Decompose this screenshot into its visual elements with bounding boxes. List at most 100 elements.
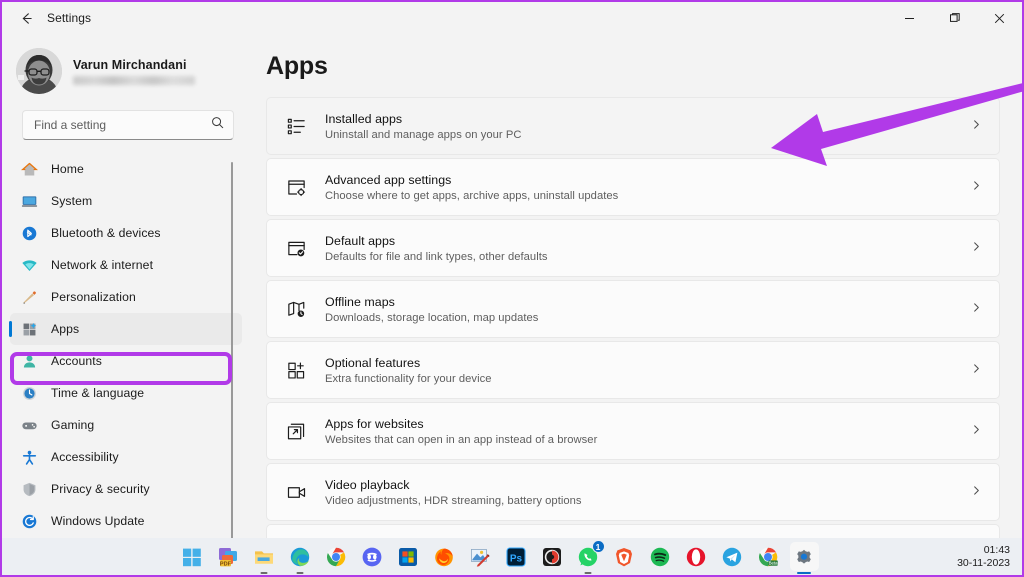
running-indicator <box>297 572 304 575</box>
card-subtitle: Defaults for file and link types, other … <box>325 251 548 263</box>
apps-icon <box>20 320 38 338</box>
sidebar-item-label: Accessibility <box>51 450 119 464</box>
chevron-right-icon <box>971 239 982 257</box>
apps-for-websites-icon <box>285 420 307 442</box>
sidebar-item-bluetooth-devices[interactable]: Bluetooth & devices <box>10 217 242 249</box>
taskbar-brave-browser[interactable] <box>610 542 639 571</box>
telegram-icon <box>721 546 743 568</box>
taskbar-telegram[interactable] <box>718 542 747 571</box>
taskbar-items: PDF Ps 1 Beta <box>178 542 819 571</box>
accessibility-icon <box>20 448 38 466</box>
settings-card-default-apps[interactable]: Default appsDefaults for file and link t… <box>266 219 1000 277</box>
minimize-button[interactable] <box>887 2 932 34</box>
discord-icon <box>361 546 383 568</box>
dark-circle-app-icon <box>541 546 563 568</box>
home-icon <box>20 160 38 178</box>
bluetooth-icon <box>20 224 38 242</box>
settings-card-advanced-app-settings[interactable]: Advanced app settings Choose where to get… <box>266 158 1000 216</box>
gaming-icon <box>20 416 38 434</box>
sidebar-item-gaming[interactable]: Gaming <box>10 409 242 441</box>
privacy-security-icon <box>20 480 38 498</box>
personalization-icon <box>20 288 38 306</box>
taskbar-discord[interactable] <box>358 542 387 571</box>
firefox-icon <box>433 546 455 568</box>
accounts-icon <box>20 352 38 370</box>
chevron-right-icon <box>971 178 982 196</box>
chevron-right-icon <box>971 361 982 379</box>
windows-start-icon <box>181 546 203 568</box>
window-title: Settings <box>47 11 91 25</box>
sidebar-item-label: Personalization <box>51 290 136 304</box>
sidebar-item-apps[interactable]: Apps <box>10 313 242 345</box>
taskbar: PDF Ps 1 Beta 01:43 30-11-2023 <box>2 538 1022 575</box>
settings-card-optional-features[interactable]: Optional featuresExtra functionality for… <box>266 341 1000 399</box>
photoshop-icon: Ps <box>505 546 527 568</box>
sidebar-item-home[interactable]: Home <box>10 153 242 185</box>
settings-gear-icon <box>793 546 815 568</box>
card-subtitle: Websites that can open in an app instead… <box>325 434 597 446</box>
network-icon <box>20 256 38 274</box>
taskbar-chrome-beta-browser[interactable]: Beta <box>754 542 783 571</box>
advanced-app-settings-icon <box>285 176 307 198</box>
sidebar-item-privacy-security[interactable]: Privacy & security <box>10 473 242 505</box>
chrome-beta-icon: Beta <box>757 546 779 568</box>
taskbar-firefox-browser[interactable] <box>430 542 459 571</box>
main-content: Apps Installed appsUninstall and manage … <box>250 34 1022 542</box>
settings-card-video-playback[interactable]: Video playbackVideo adjustments, HDR str… <box>266 463 1000 521</box>
installed-apps-icon <box>285 115 307 137</box>
sidebar-item-label: Privacy & security <box>51 482 150 496</box>
taskbar-office-app[interactable]: PDF <box>214 542 243 571</box>
search-input[interactable] <box>23 111 193 139</box>
default-apps-icon <box>285 237 307 259</box>
card-subtitle: Downloads, storage location, map updates <box>325 312 538 324</box>
close-button[interactable] <box>977 2 1022 34</box>
svg-text:Ps: Ps <box>510 553 523 564</box>
chevron-right-icon <box>971 483 982 501</box>
taskbar-settings-app[interactable] <box>790 542 819 571</box>
search-box[interactable] <box>22 110 234 140</box>
offline-maps-icon <box>285 298 307 320</box>
card-subtitle: Video adjustments, HDR streaming, batter… <box>325 495 582 507</box>
running-indicator <box>261 572 268 575</box>
settings-card-apps-for-websites[interactable]: Apps for websitesWebsites that can open … <box>266 402 1000 460</box>
settings-card-installed-apps[interactable]: Installed appsUninstall and manage apps … <box>266 97 1000 155</box>
taskbar-file-explorer[interactable] <box>250 542 279 571</box>
taskbar-dark-app[interactable] <box>538 542 567 571</box>
taskbar-opera-browser[interactable] <box>682 542 711 571</box>
sidebar-scrollbar[interactable] <box>231 162 233 540</box>
settings-card-list: Installed appsUninstall and manage apps … <box>250 97 1022 542</box>
settings-window: Settings <box>0 0 1024 577</box>
taskbar-microsoft-store[interactable] <box>394 542 423 571</box>
sidebar-item-system[interactable]: System <box>10 185 242 217</box>
svg-text:Beta: Beta <box>769 560 779 565</box>
sidebar-item-time-language[interactable]: Time & language <box>10 377 242 409</box>
taskbar-edge-browser[interactable] <box>286 542 315 571</box>
sidebar-item-accounts[interactable]: Accounts <box>10 345 242 377</box>
maximize-restore-button[interactable] <box>932 2 977 34</box>
taskbar-snipping-tool[interactable] <box>466 542 495 571</box>
sidebar-item-personalization[interactable]: Personalization <box>10 281 242 313</box>
edge-icon <box>289 546 311 568</box>
profile-email-blurred <box>73 76 195 85</box>
sidebar-item-label: Apps <box>51 322 79 336</box>
sidebar-item-label: Network & internet <box>51 258 153 272</box>
sidebar-item-label: Time & language <box>51 386 144 400</box>
card-subtitle: Uninstall and manage apps on your PC <box>325 129 521 141</box>
card-title: Advanced app settings <box>325 173 618 187</box>
back-arrow-icon[interactable] <box>9 3 43 33</box>
taskbar-photoshop[interactable]: Ps <box>502 542 531 571</box>
user-profile[interactable]: Varun Mirchandani <box>2 34 250 96</box>
taskbar-whatsapp[interactable]: 1 <box>574 542 603 571</box>
taskbar-spotify[interactable] <box>646 542 675 571</box>
taskbar-start-button[interactable] <box>178 542 207 571</box>
card-subtitle: Choose where to get apps, archive apps, … <box>325 190 618 202</box>
card-title: Offline maps <box>325 295 538 309</box>
sidebar-item-accessibility[interactable]: Accessibility <box>10 441 242 473</box>
taskbar-chrome-browser[interactable] <box>322 542 351 571</box>
snip-editor-icon <box>469 546 491 568</box>
sidebar-item-windows-update[interactable]: Windows Update <box>10 505 242 537</box>
sidebar-item-network-internet[interactable]: Network & internet <box>10 249 242 281</box>
settings-card-offline-maps[interactable]: Offline maps Downloads, storage location,… <box>266 280 1000 338</box>
title-bar: Settings <box>2 2 1022 34</box>
clock[interactable]: 01:43 30-11-2023 <box>957 544 1010 570</box>
